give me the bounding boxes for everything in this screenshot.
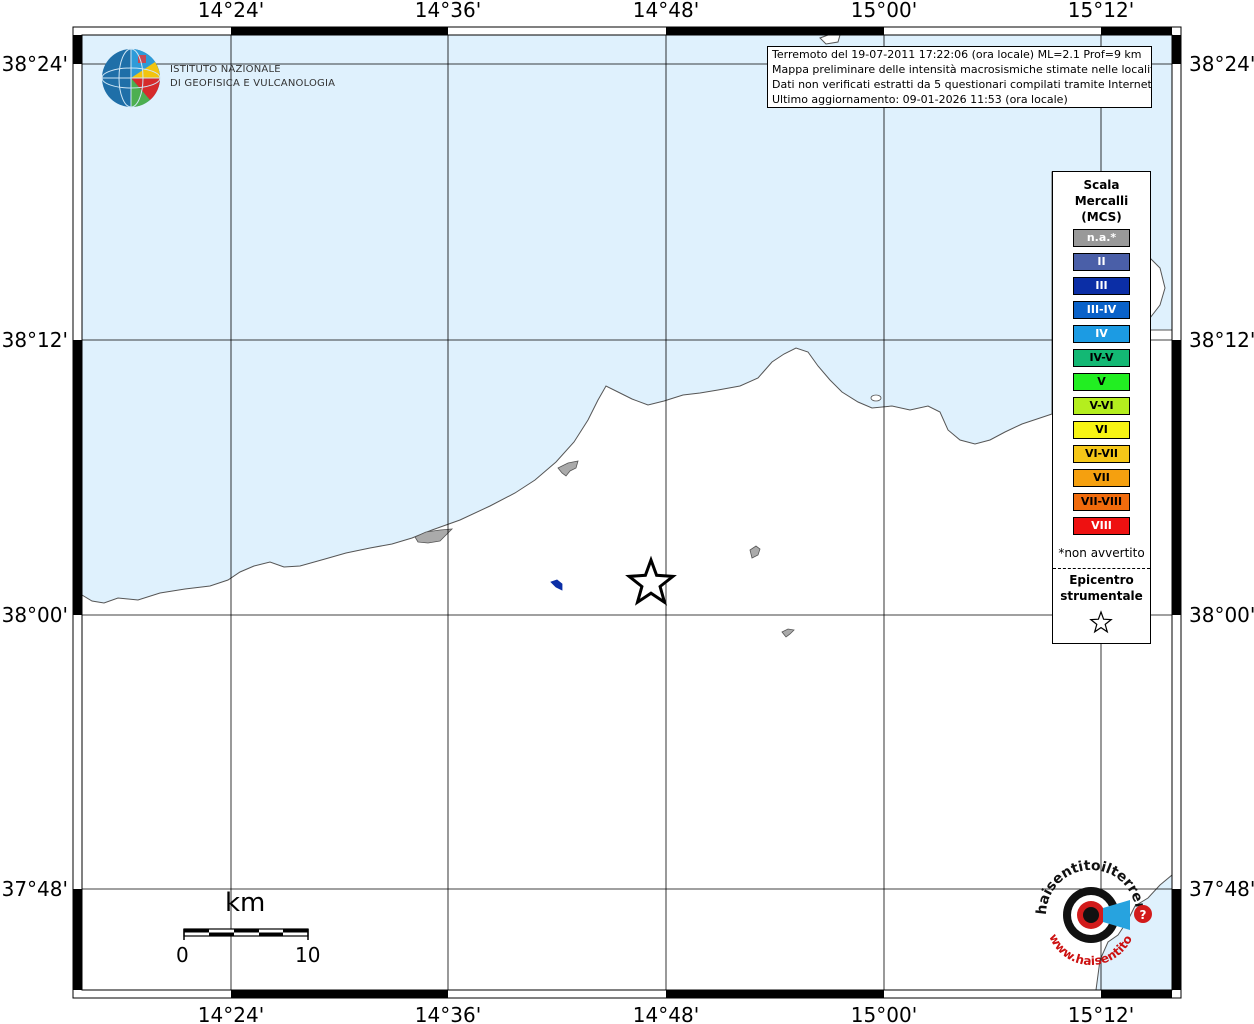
left-axis-label: 38°24' [2,52,68,76]
legend-epicenter-label: Epicentro strumentale [1053,572,1150,604]
bottom-axis-labels: 14°24' 14°36' 14°48' 15°00' 15°12' [198,1003,1134,1024]
scale-start-label: 0 [176,943,189,967]
scale-end-label: 10 [295,943,321,967]
legend-title-line1: Scala [1083,178,1120,192]
intensity-legend: Scala Mercalli (MCS) n.a.* II III III-IV IV I… [1052,171,1151,644]
legend-swatch: III [1073,277,1130,295]
left-axis-labels: 38°24' 38°12' 38°00' 37°48' [2,52,68,901]
legend-title: Scala Mercalli (MCS) [1053,177,1150,225]
right-axis-label: 38°12' [1189,328,1254,352]
legend-swatch: V-VI [1073,397,1130,415]
institute-name-line2: DI GEOFISICA E VULCANOLOGIA [170,78,336,89]
top-axis-label: 14°48' [633,0,699,22]
legend-divider [1053,568,1150,569]
right-axis-labels: 38°24' 38°12' 38°00' 37°48' [1189,52,1254,901]
top-axis-labels: 14°24' 14°36' 14°48' 15°00' 15°12' [198,0,1134,22]
institute-name-line1: ISTITUTO NAZIONALE [170,64,281,75]
legend-title-line3: (MCS) [1081,210,1122,224]
legend-swatch: n.a.* [1073,229,1130,247]
top-axis-label: 14°36' [415,0,481,22]
legend-swatch: IV [1073,325,1130,343]
earthquake-info-box: Terremoto del 19-07-2011 17:22:06 (ora l… [767,46,1152,108]
rock-islet [870,394,882,402]
bottom-axis-label: 14°36' [415,1003,481,1024]
left-axis-label: 38°12' [2,328,68,352]
legend-swatch: III-IV [1073,301,1130,319]
legend-title-line2: Mercalli [1074,194,1129,208]
legend-swatch: VII [1073,469,1130,487]
legend-swatch: II [1073,253,1130,271]
bottom-axis-label: 15°12' [1068,1003,1134,1024]
info-line-3: Dati non verificati estratti da 5 questi… [772,78,1152,91]
right-axis-label: 38°24' [1189,52,1254,76]
left-axis-label: 37°48' [2,877,68,901]
legend-star-icon [1089,610,1113,634]
bottom-axis-label: 14°24' [198,1003,264,1024]
legend-epicenter-line1: Epicentro [1069,573,1134,587]
institute-name: ISTITUTO NAZIONALE DI GEOFISICA E VULCAN… [170,63,335,91]
legend-swatch: VI [1073,421,1130,439]
legend-swatch: VII-VIII [1073,493,1130,511]
scale-unit: km [225,888,266,918]
top-axis-label: 15°00' [851,0,917,22]
legend-note: *non avvertito [1058,546,1145,560]
info-line-1: Terremoto del 19-07-2011 17:22:06 (ora l… [772,48,1142,61]
legend-swatch: VI-VII [1073,445,1130,463]
bottom-axis-label: 15°00' [851,1003,917,1024]
bottom-axis-label: 14°48' [633,1003,699,1024]
right-axis-label: 38°00' [1189,603,1254,627]
legend-epicenter-line2: strumentale [1060,589,1143,603]
legend-swatch: IV-V [1073,349,1130,367]
left-axis-label: 38°00' [2,603,68,627]
top-axis-label: 14°24' [198,0,264,22]
top-axis-label: 15°12' [1068,0,1134,22]
info-line-4: Ultimo aggiornamento: 09-01-2026 11:53 (… [772,93,1068,106]
ingv-globe-icon [101,48,161,108]
svg-text:?: ? [1140,908,1147,922]
legend-swatch: VIII [1073,517,1130,535]
info-line-2: Mappa preliminare delle intensità macros… [772,63,1152,76]
right-axis-label: 37°48' [1189,877,1254,901]
legend-swatch: V [1073,373,1130,391]
